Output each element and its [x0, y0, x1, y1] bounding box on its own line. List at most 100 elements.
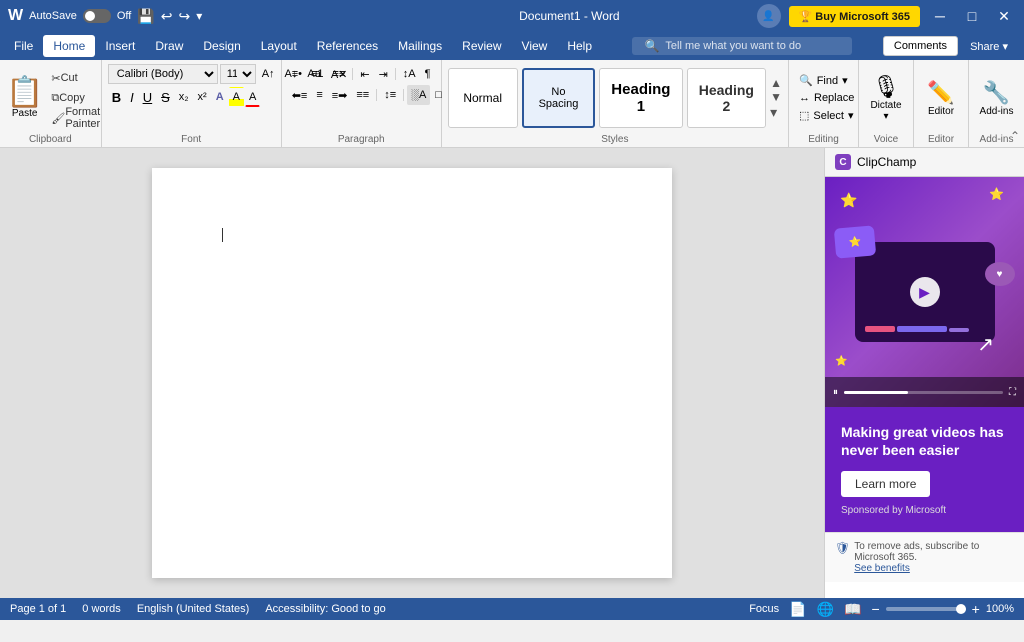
menu-item-home[interactable]: Home: [43, 35, 95, 57]
ad-sponsor: Sponsored by Microsoft: [841, 505, 1008, 516]
show-paragraph-button[interactable]: ¶: [421, 64, 435, 84]
voice-section: 🎙 Dictate ▾ Voice: [859, 60, 914, 147]
main-area: C ClipChamp ⭐ ⭐ ⭐ ▶ ⭐: [0, 148, 1024, 598]
restore-button[interactable]: □: [960, 4, 984, 28]
line-spacing-button[interactable]: ↕≡: [380, 85, 400, 105]
style-no-spacing-button[interactable]: No Spacing: [522, 68, 596, 128]
voice-group-label: Voice: [865, 132, 907, 145]
addins-button[interactable]: 🔧 Add-ins: [980, 80, 1014, 117]
font-family-select[interactable]: Calibri (Body): [108, 64, 218, 84]
menu-item-layout[interactable]: Layout: [251, 35, 307, 57]
avatar[interactable]: 👤: [757, 4, 781, 28]
share-button[interactable]: Share ▾: [958, 37, 1020, 56]
bold-button[interactable]: B: [108, 87, 125, 107]
menu-item-file[interactable]: File: [4, 35, 43, 57]
select-button[interactable]: ⬚ Select ▾: [795, 108, 858, 123]
editing-section: 🔍 Find ▾ ↔ Replace ⬚ Select ▾ Editing: [789, 60, 859, 147]
menu-item-design[interactable]: Design: [193, 35, 250, 57]
see-benefits-link[interactable]: See benefits: [854, 563, 910, 574]
paste-button[interactable]: 📋 Paste: [6, 78, 43, 119]
superscript-button[interactable]: x²: [194, 87, 211, 107]
card-overlay1: ⭐: [833, 225, 875, 258]
menu-item-help[interactable]: Help: [557, 35, 602, 57]
learn-more-button[interactable]: Learn more: [841, 471, 930, 497]
italic-button[interactable]: I: [126, 87, 138, 107]
view-web-button[interactable]: 🌐: [817, 601, 834, 618]
ribbon: 📋 Paste ✂ Cut ⧉ Copy 🖌 Format Painter Cl…: [0, 60, 1024, 148]
minimize-button[interactable]: ─: [928, 4, 952, 28]
align-center-button[interactable]: ≡: [312, 85, 326, 105]
document-area[interactable]: [0, 148, 824, 598]
menu-item-mailings[interactable]: Mailings: [388, 35, 452, 57]
close-button[interactable]: ✕: [992, 4, 1016, 28]
replace-button[interactable]: ↔ Replace: [795, 91, 858, 105]
styles-scroll-button[interactable]: ▲ ▼ ▾: [770, 76, 782, 121]
editing-group-label: Editing: [795, 132, 852, 145]
align-right-button[interactable]: ≡➡: [328, 85, 352, 105]
format-painter-button[interactable]: 🖌 Format Painter: [47, 109, 104, 127]
justify-button[interactable]: ≡≡: [352, 85, 373, 105]
paste-icon: 📋: [6, 78, 43, 108]
bullets-button[interactable]: ≡•: [288, 64, 306, 84]
menu-item-insert[interactable]: Insert: [95, 35, 145, 57]
menu-item-references[interactable]: References: [307, 35, 388, 57]
focus-button[interactable]: Focus: [749, 603, 779, 615]
font-grow-button[interactable]: A↑: [258, 64, 279, 84]
menu-item-draw[interactable]: Draw: [145, 35, 193, 57]
zoom-slider[interactable]: [886, 607, 966, 611]
dictate-icon: 🎙: [872, 74, 900, 100]
cut-button[interactable]: ✂ Cut: [47, 69, 104, 87]
ad-title: Making great videos has never been easie…: [841, 423, 1008, 459]
style-normal-label: Normal: [463, 91, 502, 105]
comments-button[interactable]: Comments: [883, 36, 958, 56]
zoom-out-button[interactable]: −: [871, 601, 879, 617]
view-read-button[interactable]: 📖: [844, 601, 861, 618]
shading-button[interactable]: ░A: [407, 85, 430, 105]
zoom-in-button[interactable]: +: [972, 601, 980, 617]
dictate-label: Dictate: [870, 100, 901, 111]
editor-label: Editor: [928, 106, 954, 117]
underline-button[interactable]: U: [139, 87, 156, 107]
menu-item-view[interactable]: View: [512, 35, 558, 57]
buy-microsoft365-button[interactable]: 🏆 Buy Microsoft 365: [789, 6, 921, 27]
search-placeholder[interactable]: Tell me what you want to do: [665, 40, 801, 52]
menu-item-review[interactable]: Review: [452, 35, 511, 57]
customize-icon[interactable]: ▾: [196, 9, 202, 23]
style-normal-button[interactable]: Normal: [448, 68, 518, 128]
collapse-ribbon-button[interactable]: ⌃: [1010, 129, 1020, 143]
strikethrough-button[interactable]: S: [157, 87, 174, 107]
undo-icon[interactable]: ↩: [161, 8, 173, 25]
view-print-button[interactable]: 📄: [789, 601, 806, 618]
status-right: Focus 📄 🌐 📖 − + 100%: [749, 601, 1014, 618]
video-controls: ⏸ ⛶: [825, 377, 1024, 407]
highlight-button[interactable]: A: [229, 87, 244, 107]
ad-header: C ClipChamp: [825, 148, 1024, 177]
increase-indent-button[interactable]: ⇥: [375, 64, 392, 84]
autosave-toggle[interactable]: [83, 9, 111, 23]
numbering-button[interactable]: ≡1: [307, 64, 328, 84]
style-heading1-button[interactable]: Heading 1: [599, 68, 682, 128]
play-icon: ⏸: [833, 387, 838, 398]
title-bar-right: 👤 🏆 Buy Microsoft 365 ─ □ ✕: [757, 4, 1017, 28]
redo-icon[interactable]: ↪: [178, 8, 190, 25]
menu-bar: File Home Insert Draw Design Layout Refe…: [0, 32, 1024, 60]
sort-button[interactable]: ↕A: [399, 64, 420, 84]
find-icon: 🔍: [799, 74, 813, 87]
styles-section: Normal No Spacing Heading 1 Heading 2 ▲ …: [442, 60, 789, 147]
accessibility-status: Accessibility: Good to go: [265, 603, 385, 615]
save-icon[interactable]: 💾: [137, 8, 154, 25]
multilevel-button[interactable]: ≡≡: [329, 64, 350, 84]
decrease-indent-button[interactable]: ⇤: [356, 64, 373, 84]
font-group-label: Font: [108, 132, 275, 145]
copy-button[interactable]: ⧉ Copy: [47, 89, 104, 107]
editor-button[interactable]: ✏️ Editor: [927, 80, 954, 117]
document-page[interactable]: [152, 168, 672, 578]
find-button[interactable]: 🔍 Find ▾: [795, 73, 852, 88]
subscript-button[interactable]: x₂: [175, 87, 193, 107]
style-heading2-button[interactable]: Heading 2: [687, 68, 767, 128]
font-color-button[interactable]: A: [245, 87, 260, 107]
dictate-button[interactable]: 🎙 Dictate ▾: [870, 74, 901, 122]
align-left-button[interactable]: ⬅≡: [288, 85, 312, 105]
text-effects-button[interactable]: A: [212, 87, 228, 107]
font-size-select[interactable]: 11: [220, 64, 256, 84]
